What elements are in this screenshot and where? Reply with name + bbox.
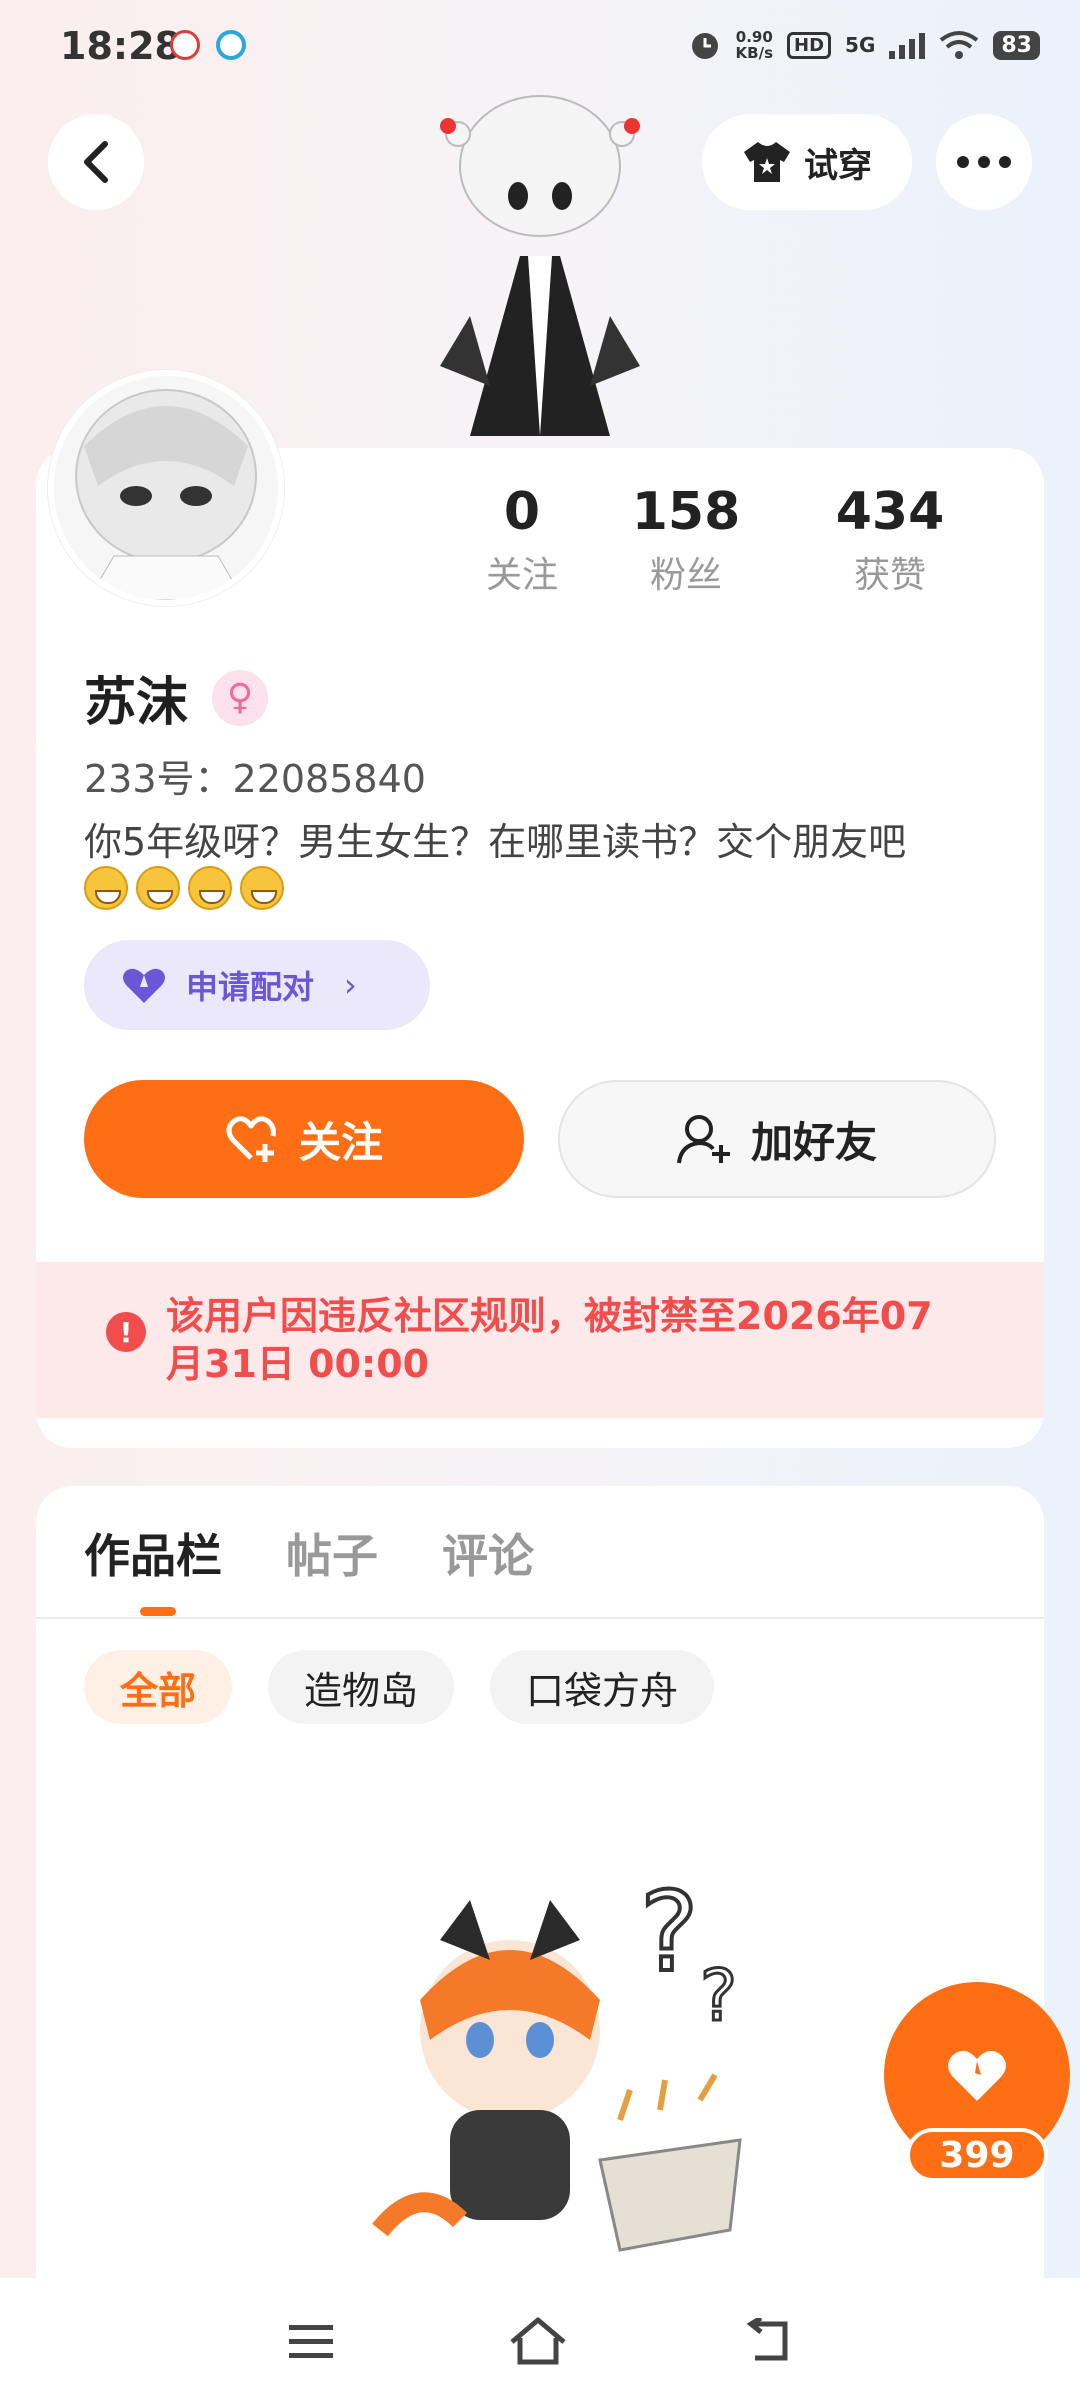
tab-works[interactable]: 作品栏 bbox=[84, 1520, 222, 1586]
stat-fans-value: 158 bbox=[631, 482, 741, 542]
stat-following-label: 关注 bbox=[485, 555, 558, 596]
menu-icon[interactable] bbox=[287, 2321, 335, 2361]
username: 苏沫 bbox=[84, 673, 189, 733]
notification-icons bbox=[170, 30, 246, 60]
network-speed-unit: KB/s bbox=[735, 44, 774, 62]
ban-notice: ! 该用户因违反社区规则，被封禁至2026年07月31日 00:00 bbox=[36, 1262, 1044, 1418]
hd-indicator: HD bbox=[787, 31, 832, 59]
tab-comments[interactable]: 评论 bbox=[442, 1520, 534, 1586]
stat-likes[interactable]: 434 获赞 bbox=[788, 482, 992, 598]
follow-label: 关注 bbox=[298, 1117, 383, 1167]
avatar[interactable] bbox=[48, 370, 284, 606]
system-nav-bar bbox=[0, 2278, 1080, 2404]
more-options-button[interactable] bbox=[936, 114, 1032, 210]
grin-emoji-icon bbox=[188, 866, 232, 910]
signal-icon bbox=[889, 33, 926, 59]
tshirt-icon bbox=[744, 142, 790, 182]
empty-state-illustration: ? ? bbox=[360, 1860, 780, 2260]
user-bio: 你5年级呀？男生女生？在哪里读书？交个朋友吧 bbox=[84, 820, 907, 864]
network-speed: 0.90 KB/s bbox=[736, 29, 773, 61]
stat-following[interactable]: 0 关注 bbox=[460, 482, 584, 598]
battery-indicator: 83 bbox=[993, 30, 1040, 60]
add-friend-button[interactable]: 加好友 bbox=[558, 1080, 996, 1198]
profile-stats: 0 关注 158 粉丝 434 获赞 bbox=[460, 482, 1020, 598]
like-floating-button[interactable]: 399 bbox=[884, 1982, 1070, 2182]
tab-divider bbox=[36, 1617, 1044, 1619]
stat-likes-value: 434 bbox=[835, 482, 945, 542]
grin-emoji-icon bbox=[240, 866, 284, 910]
content-tabs: 作品栏 帖子 评论 bbox=[48, 1520, 534, 1586]
chevron-right-icon: › bbox=[344, 966, 357, 1004]
add-friend-label: 加好友 bbox=[750, 1117, 877, 1167]
avatar-figure-image bbox=[410, 86, 670, 446]
tab-posts[interactable]: 帖子 bbox=[286, 1520, 378, 1586]
back-button[interactable] bbox=[48, 114, 144, 210]
stat-following-value: 0 bbox=[503, 482, 541, 542]
home-icon[interactable] bbox=[508, 2316, 568, 2366]
heart-icon bbox=[948, 2050, 1006, 2101]
heart-pair-icon bbox=[123, 968, 165, 1003]
stat-fans[interactable]: 158 粉丝 bbox=[584, 482, 788, 598]
grin-emoji-icon bbox=[136, 866, 180, 910]
like-count: 399 bbox=[906, 2128, 1048, 2182]
username-row: 苏沫 ♀ bbox=[84, 660, 269, 735]
bio-emoji-row bbox=[84, 866, 284, 910]
request-pair-label: 申请配对 bbox=[186, 968, 315, 1006]
network-type: 5G bbox=[845, 33, 876, 57]
alarm-icon bbox=[691, 33, 718, 59]
grin-emoji-icon bbox=[84, 866, 128, 910]
network-speed-value: 0.90 bbox=[735, 28, 773, 46]
ban-notice-text: 该用户因违反社区规则，被封禁至2026年07月31日 00:00 bbox=[166, 1294, 933, 1386]
request-pair-button[interactable]: 申请配对 › bbox=[84, 940, 430, 1030]
app-notification-icon bbox=[216, 30, 246, 60]
status-right: 0.90 KB/s HD 5G 83 bbox=[688, 28, 1040, 62]
back-arrow-icon bbox=[84, 141, 108, 183]
stat-likes-label: 获赞 bbox=[853, 555, 926, 596]
back-nav-icon[interactable] bbox=[741, 2318, 793, 2364]
svg-text:?: ? bbox=[640, 1868, 698, 1996]
filter-creation-island[interactable]: 造物岛 bbox=[268, 1650, 455, 1724]
try-on-label: 试穿 bbox=[804, 145, 872, 186]
more-dots-icon bbox=[957, 156, 1011, 168]
stat-fans-label: 粉丝 bbox=[649, 555, 722, 596]
heart-plus-icon bbox=[226, 1116, 276, 1162]
warning-icon: ! bbox=[106, 1312, 146, 1352]
status-time: 18:28 bbox=[60, 24, 181, 68]
wifi-icon bbox=[940, 31, 979, 59]
filter-pocket-ark[interactable]: 口袋方舟 bbox=[490, 1650, 715, 1724]
status-bar: 18:28 0.90 KB/s HD 5G 83 bbox=[0, 0, 1080, 100]
filter-all[interactable]: 全部 bbox=[84, 1650, 233, 1724]
try-on-button[interactable]: 试穿 bbox=[702, 114, 912, 210]
svg-text:?: ? bbox=[700, 1955, 737, 2037]
add-user-icon bbox=[676, 1115, 730, 1164]
user-id: 233号：22085840 bbox=[84, 757, 426, 801]
map-pin-icon bbox=[170, 30, 200, 60]
active-tab-indicator bbox=[140, 1607, 176, 1616]
female-gender-icon: ♀ bbox=[212, 669, 269, 726]
follow-button[interactable]: 关注 bbox=[84, 1080, 524, 1198]
filter-chips: 全部 造物岛 口袋方舟 bbox=[84, 1650, 715, 1724]
